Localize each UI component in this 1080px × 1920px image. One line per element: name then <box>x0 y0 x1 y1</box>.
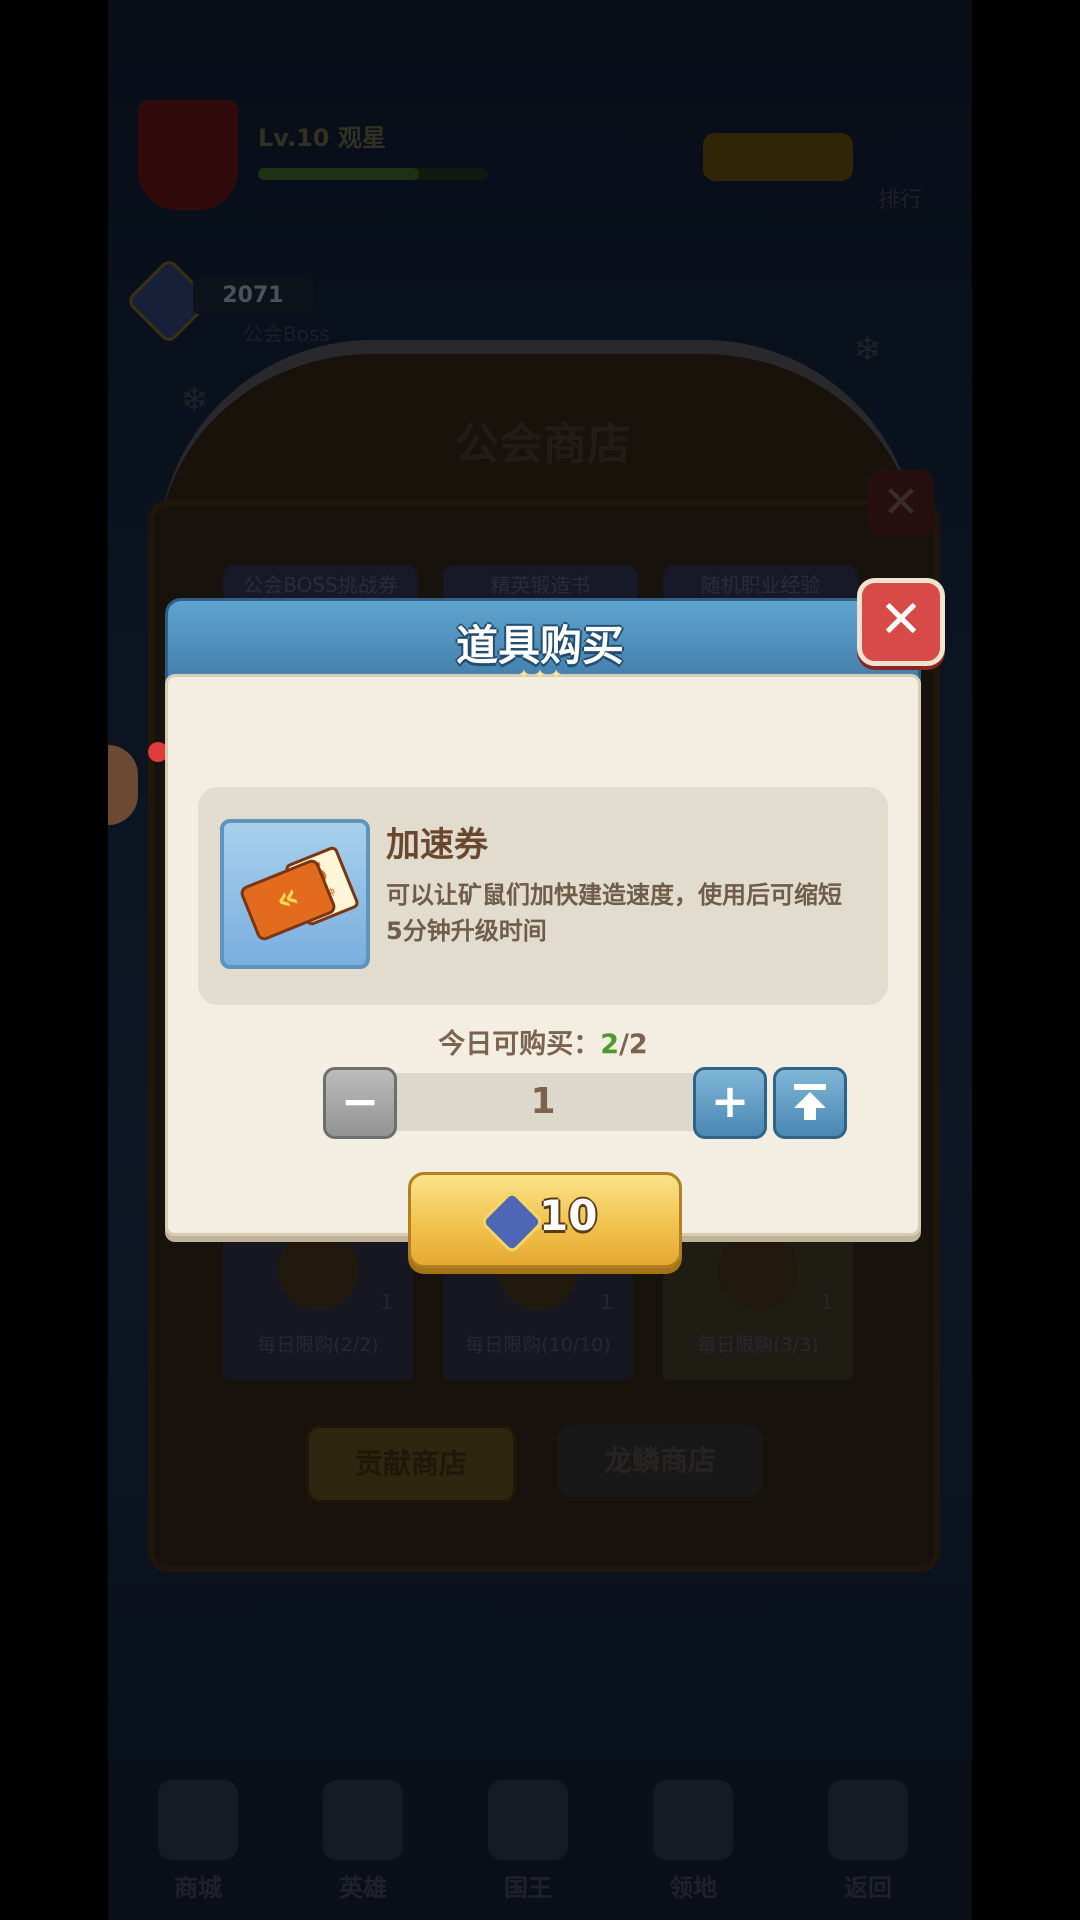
dialog-close-button[interactable]: ✕ <box>857 578 945 666</box>
quantity-stepper: 1 − + <box>323 1067 847 1139</box>
item-description: 可以让矿鼠们加快建造速度，使用后可缩短5分钟升级时间 <box>386 881 842 945</box>
dialog-title: 道具购买 <box>455 621 624 670</box>
guild-coin-icon <box>479 1189 545 1255</box>
item-info-panel: 5 分钟 « 加速券 可以让矿鼠们加快建造速度，使用后可缩短5分钟升级时间 <box>198 787 888 1005</box>
item-name: 加速券 <box>386 825 488 865</box>
buy-price: 10 <box>539 1191 598 1240</box>
dialog-body: 5 分钟 « 加速券 可以让矿鼠们加快建造速度，使用后可缩短5分钟升级时间 今日… <box>165 674 921 1268</box>
daily-limit-current: 2 <box>600 1029 620 1060</box>
buy-button[interactable]: 10 <box>408 1172 682 1268</box>
increase-button[interactable]: + <box>693 1067 767 1139</box>
arrow-up-to-top-icon <box>794 1084 826 1120</box>
speed-ticket-icon: 5 分钟 « <box>220 819 370 969</box>
close-icon: ✕ <box>879 590 923 650</box>
quantity-field[interactable]: 1 <box>393 1073 693 1131</box>
dialog-ornament: ✦ ✦ ✦ <box>517 667 563 683</box>
daily-limit-label: 今日可购买： <box>438 1029 601 1060</box>
item-purchase-dialog: 道具购买 5 分钟 « 加速券 可以让矿鼠们加快建造速度，使用后可缩短5分钟升级… <box>165 578 945 1268</box>
daily-limit-total: /2 <box>619 1029 648 1060</box>
daily-limit: 今日可购买：2/2 <box>168 1022 918 1061</box>
max-quantity-button[interactable] <box>773 1067 847 1139</box>
decrease-button[interactable]: − <box>323 1067 397 1139</box>
minus-icon: − <box>340 1074 380 1128</box>
plus-icon: + <box>710 1074 750 1128</box>
